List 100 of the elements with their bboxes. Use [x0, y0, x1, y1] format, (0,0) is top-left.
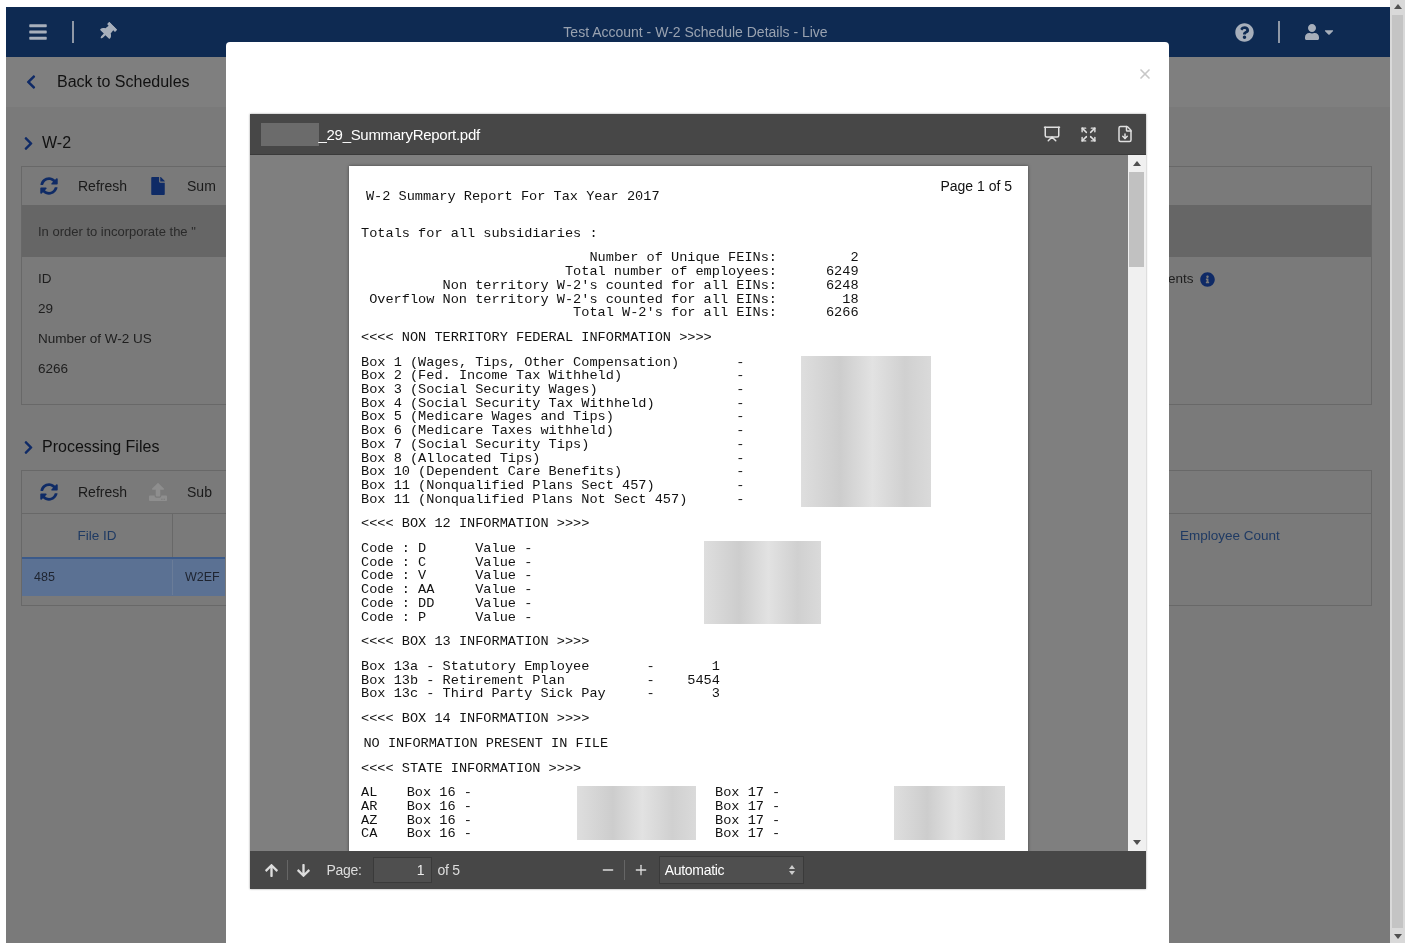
report-dash: - — [646, 673, 655, 688]
column-header[interactable]: Employee Count — [1168, 514, 1371, 557]
report-dash: - — [736, 478, 746, 493]
report-dash: - — [736, 369, 746, 384]
report-dash: - — [736, 355, 746, 370]
report-label: Code : AA — [361, 583, 436, 597]
state-code: CA — [361, 827, 379, 841]
report-label: Total number of employees: — [563, 265, 778, 279]
table-cell-text: W2EF — [184, 569, 221, 586]
report-label: Box 13c - Third Party Sick Pay — [361, 687, 607, 702]
help-icon[interactable] — [1235, 22, 1254, 42]
toolbar-button[interactable]: Refresh — [78, 178, 128, 194]
report-label: Value - — [475, 596, 534, 611]
report-label: Code : V — [361, 569, 428, 584]
report-label: Code : DD — [361, 596, 436, 611]
presentation-icon[interactable] — [1042, 125, 1061, 143]
report-value: 5454 — [686, 673, 720, 688]
zoom-select[interactable]: Automatic — [658, 856, 804, 884]
report-label: Box 13b - Retirement Plan — [361, 673, 565, 688]
table-cell: 485 — [22, 560, 173, 595]
report-label: Overflow Non territory W-2's counted for all EINs: — [368, 292, 778, 307]
page-label: Page: — [326, 862, 362, 878]
report-note: NO INFORMATION PRESENT IN FILE — [362, 736, 610, 751]
toolbar-button[interactable]: Refresh — [78, 484, 128, 500]
fullscreen-icon[interactable] — [1079, 125, 1097, 143]
field-label: ID — [38, 270, 53, 288]
report-label: Box 17 - — [715, 799, 782, 814]
state-code: AR — [361, 799, 379, 814]
arrow-down-icon[interactable] — [295, 862, 311, 878]
report-label: Box 16 - — [406, 827, 473, 841]
refresh-icon[interactable] — [40, 483, 58, 501]
report-label: Box 3 (Social Security Wages) — [361, 383, 598, 397]
report-label: Box 16 - — [406, 813, 473, 828]
back-link[interactable]: Back to Schedules — [57, 73, 190, 91]
page-input[interactable]: 1 — [372, 857, 432, 883]
report-label: Value - — [475, 583, 534, 597]
report-label: Box 13a - Statutory Employee — [361, 660, 591, 674]
report-label: Value - — [475, 610, 534, 625]
report-dash: - — [736, 437, 746, 452]
report-value: 6248 — [824, 278, 859, 293]
user-icon[interactable] — [1304, 24, 1320, 40]
report-label: Value - — [475, 542, 534, 556]
report-dash: - — [736, 424, 746, 438]
viewer-scrollbar[interactable] — [1127, 155, 1146, 851]
select-arrows-icon — [788, 865, 795, 875]
report-value: 2 — [849, 251, 859, 266]
report-dash: - — [736, 396, 746, 411]
report-label: Number of Unique FEINs: — [588, 251, 778, 266]
file-name: _29_SummaryReport.pdf — [318, 125, 482, 143]
report-heading: Totals for all subsidiaries : — [361, 226, 599, 241]
toolbar-button[interactable]: Sum — [187, 178, 216, 194]
blurred-redaction — [260, 122, 319, 146]
menu-icon[interactable] — [28, 22, 48, 42]
report-heading: <<<< STATE INFORMATION >>>> — [361, 761, 583, 776]
report-dash: - — [736, 492, 746, 507]
app-title: Test Account - W-2 Schedule Details - Live — [562, 24, 829, 40]
report-label: Box 16 - — [406, 786, 473, 800]
refresh-icon[interactable] — [40, 177, 58, 195]
page-number: Page 1 of 5 — [940, 178, 1012, 194]
document-icon[interactable] — [149, 177, 168, 195]
report-heading: <<<< BOX 14 INFORMATION >>>> — [361, 712, 591, 726]
report-heading: <<<< BOX 12 INFORMATION >>>> — [361, 517, 591, 532]
field-label: ents — [1168, 270, 1194, 288]
report-label: Value - — [475, 555, 534, 570]
report-label: Total W-2's for all EINs: — [572, 306, 778, 320]
report-dash: - — [736, 383, 746, 397]
report-label: Box 8 (Allocated Tips) — [361, 451, 542, 466]
state-code: AL — [361, 786, 379, 800]
page-count: of 5 — [437, 862, 460, 878]
field-label: Number of W-2 US — [38, 330, 153, 348]
report-label: Value - — [475, 569, 534, 584]
report-label: Code : C — [361, 555, 428, 570]
report-dash: - — [736, 451, 746, 466]
report-label: Box 1 (Wages, Tips, Other Compensation) — [361, 355, 681, 370]
section-title: Processing Files — [42, 438, 160, 456]
report-label: Box 2 (Fed. Income Tax Withheld) — [361, 369, 623, 384]
report-label: Box 4 (Social Security Tax Withheld) — [361, 396, 656, 411]
page-scrollbar[interactable] — [1390, 0, 1405, 943]
arrow-up-icon[interactable] — [263, 862, 279, 878]
report-value: 6266 — [824, 306, 859, 320]
report-label: Box 17 - — [715, 786, 782, 800]
report-label: Box 5 (Medicare Wages and Tips) — [361, 410, 614, 425]
state-code: AZ — [361, 813, 379, 828]
report-dash: - — [646, 660, 655, 674]
table-row[interactable]: 485 W2EF — [22, 557, 225, 596]
report-label: Box 10 (Dependent Care Benefits) — [361, 465, 624, 479]
report-label: Box 16 - — [406, 799, 473, 814]
report-heading: <<<< NON TERRITORY FEDERAL INFORMATION >>>> — [361, 330, 713, 345]
report-dash: - — [736, 465, 746, 479]
report-dash: - — [646, 687, 655, 702]
section-title: W-2 — [42, 134, 72, 152]
report-heading: <<<< BOX 13 INFORMATION >>>> — [361, 635, 591, 649]
report-value: 1 — [710, 660, 720, 674]
report-label: Box 6 (Medicare Taxes withheld) — [361, 424, 615, 438]
info-icon[interactable] — [1199, 271, 1215, 287]
download-icon[interactable] — [1115, 125, 1134, 143]
report-title: W-2 Summary Report For Tax Year 2017 — [364, 190, 660, 204]
report-value: 18 — [841, 292, 859, 307]
report-label: Box 11 (Nonqualified Plans Sect 457) — [361, 478, 656, 493]
report-label: Code : P — [361, 610, 428, 625]
